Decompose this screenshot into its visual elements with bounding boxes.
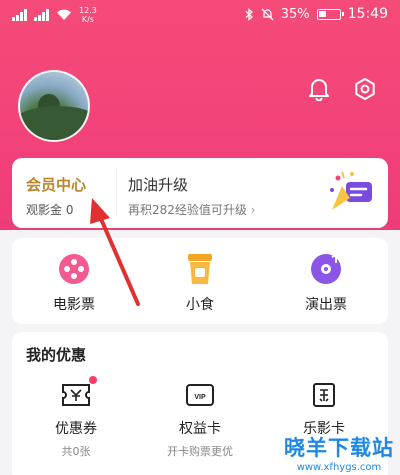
signal-icon-2 — [34, 9, 49, 21]
status-left: 12.3 K/s — [12, 6, 97, 24]
member-card[interactable]: 会员中心 观影金 0 加油升级 再积282经验值可升级 › — [12, 158, 388, 228]
net-speed: 12.3 K/s — [79, 6, 97, 24]
movie-gold-balance: 观影金 0 — [26, 203, 74, 217]
avatar[interactable] — [18, 70, 90, 142]
signal-icon — [12, 9, 27, 21]
watermark-title: 晓羊下载站 — [284, 436, 394, 460]
battery-icon — [316, 8, 344, 20]
upgrade-title: 加油升级 — [128, 176, 189, 194]
my-benefits-title: 我的优惠 — [26, 346, 87, 364]
notification-dot — [89, 376, 97, 384]
benefit-sub: 共0张 — [61, 445, 91, 458]
party-popper-icon — [330, 171, 372, 210]
bell-icon[interactable] — [306, 76, 332, 102]
benefit-label: 优惠券 — [55, 421, 97, 437]
watermark-logo: 晓羊下载站 www.xfhygs.com — [284, 432, 394, 473]
film-card-icon — [309, 382, 339, 410]
benefit-sub: 开卡购票更优 — [167, 445, 233, 458]
annotation-arrow — [90, 198, 140, 306]
clock: 15:49 — [347, 6, 388, 22]
benefit-membership-card[interactable]: VIP 权益卡 开卡购票更优 — [140, 382, 260, 459]
benefit-label: 权益卡 — [179, 421, 221, 437]
coupon-icon — [61, 376, 97, 410]
entry-show-tickets[interactable]: 演出票 — [276, 252, 376, 314]
chevron-right-icon: › — [250, 203, 256, 217]
drink-cup-icon — [183, 252, 217, 286]
avatar-hill — [20, 106, 88, 140]
entry-label: 演出票 — [305, 297, 347, 313]
music-disc-icon — [309, 252, 343, 286]
member-center-title: 会员中心 — [26, 176, 87, 194]
entry-label: 小食 — [186, 297, 214, 313]
quick-entry-card: 电影票 小食 演出票 — [12, 238, 388, 324]
wifi-icon — [57, 9, 71, 20]
entry-snacks[interactable]: 小食 — [150, 252, 250, 314]
battery-percent: 35% — [280, 6, 310, 22]
benefit-coupons[interactable]: 优惠券 共0张 — [16, 376, 136, 459]
status-right: 35% 15:49 — [245, 6, 388, 22]
bluetooth-icon — [245, 7, 253, 21]
mute-bell-icon — [261, 8, 274, 20]
status-bar: 12.3 K/s 35% 15:49 — [0, 0, 400, 34]
member-center[interactable]: 会员中心 观影金 0 — [26, 174, 86, 218]
vip-card-icon: VIP — [185, 382, 215, 410]
gear-icon[interactable] — [352, 76, 378, 102]
watermark-url: www.xfhygs.com — [296, 462, 382, 473]
vip-text: VIP — [194, 394, 206, 401]
